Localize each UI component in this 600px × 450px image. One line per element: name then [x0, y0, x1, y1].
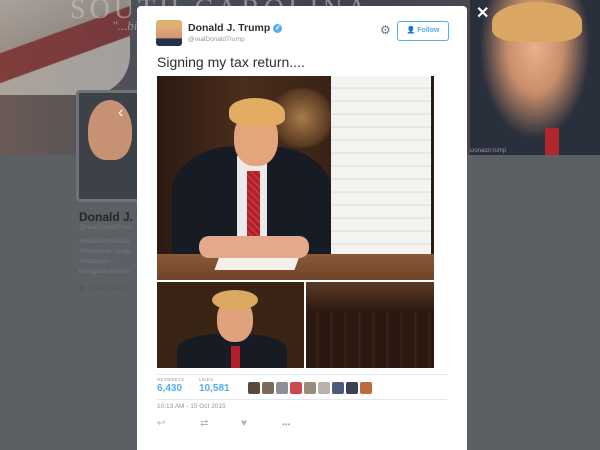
profile-joined: ▦ Joined March — [79, 284, 126, 292]
likes-label: LIKES — [199, 377, 214, 382]
banner-portrait-tie — [545, 128, 559, 155]
retweets-count: 6,430 — [157, 383, 183, 394]
liker-avatar[interactable] — [360, 382, 372, 394]
calendar-icon: ▦ — [79, 285, 86, 292]
retweets-stat[interactable]: RETWEETS 6,430 — [157, 377, 184, 394]
profile-name: Donald J. T — [79, 210, 144, 224]
add-user-icon: 👤 — [406, 27, 416, 34]
likes-stat[interactable]: LIKES 10,581 — [199, 377, 230, 394]
liker-avatar[interactable] — [248, 382, 260, 394]
profile-avatar — [88, 100, 132, 160]
profile-handle: @realDonaldTrum — [79, 224, 132, 231]
photo-hands — [199, 236, 309, 258]
liker-avatar[interactable] — [262, 382, 274, 394]
photo-hair — [229, 98, 285, 126]
liker-avatar[interactable] — [304, 382, 316, 394]
author-avatar[interactable] — [156, 20, 182, 46]
gear-icon[interactable]: ⚙ — [380, 23, 391, 37]
liker-avatar[interactable] — [318, 382, 330, 394]
reply-icon[interactable]: ↩ — [157, 418, 165, 429]
author-handle[interactable]: @realDonaldTrump — [188, 36, 245, 43]
retweet-icon[interactable]: ⇄ — [200, 418, 208, 429]
follow-button[interactable]: 👤 Follow — [397, 21, 449, 41]
tweet-timestamp[interactable]: 10:13 AM - 15 Oct 2015 — [157, 403, 226, 410]
tweet-actions: ↩ ⇄ ♥ ••• — [157, 418, 357, 432]
joined-text: Joined March — [86, 285, 126, 292]
tweet-photo-bottom-left[interactable] — [157, 282, 304, 368]
banner-portrait-hair — [492, 2, 582, 42]
author-name-row[interactable]: Donald J. Trump ✓ — [188, 22, 283, 34]
tweet-photo-main[interactable] — [157, 76, 434, 280]
banner-caption: DonaldTrump — [470, 148, 507, 154]
author-name[interactable]: Donald J. Trump — [188, 22, 270, 34]
profile-bio: #MakeAmericaGr #Facebook: faceb #Instagr… — [79, 237, 131, 277]
follow-label: Follow — [417, 27, 440, 34]
photo-tie — [231, 346, 240, 368]
bio-line[interactable]: #Facebook: faceb — [79, 247, 131, 257]
photo-paper-stack — [331, 76, 431, 280]
likes-count: 10,581 — [199, 383, 230, 394]
photo-document — [214, 256, 300, 270]
tweet-modal: Donald J. Trump ✓ @realDonaldTrump ⚙ 👤 Fol… — [137, 6, 467, 450]
more-icon[interactable]: ••• — [282, 420, 290, 429]
bio-line[interactable]: #MakeAmericaGr — [79, 237, 131, 247]
previous-chevron-icon[interactable]: ‹ — [118, 104, 123, 122]
verified-badge-icon: ✓ — [273, 24, 283, 33]
liker-avatar[interactable] — [346, 382, 358, 394]
close-icon[interactable]: ✕ — [476, 3, 489, 23]
retweets-label: RETWEETS — [157, 377, 185, 382]
tweet-stats: RETWEETS 6,430 LIKES 10,581 — [157, 374, 447, 400]
tweet-photo-bottom-right[interactable] — [306, 282, 434, 368]
tweet-text: Signing my tax return.... — [157, 54, 305, 70]
liker-avatar[interactable] — [290, 382, 302, 394]
bio-line[interactable]: instagram.com/re — [79, 267, 131, 277]
liker-avatar[interactable] — [276, 382, 288, 394]
liker-avatar[interactable] — [332, 382, 344, 394]
bio-line: #Instagram: — [79, 258, 114, 265]
like-icon[interactable]: ♥ — [241, 418, 247, 429]
photo-hair — [212, 290, 258, 310]
liker-avatars — [248, 382, 372, 394]
photo-window — [306, 282, 434, 312]
